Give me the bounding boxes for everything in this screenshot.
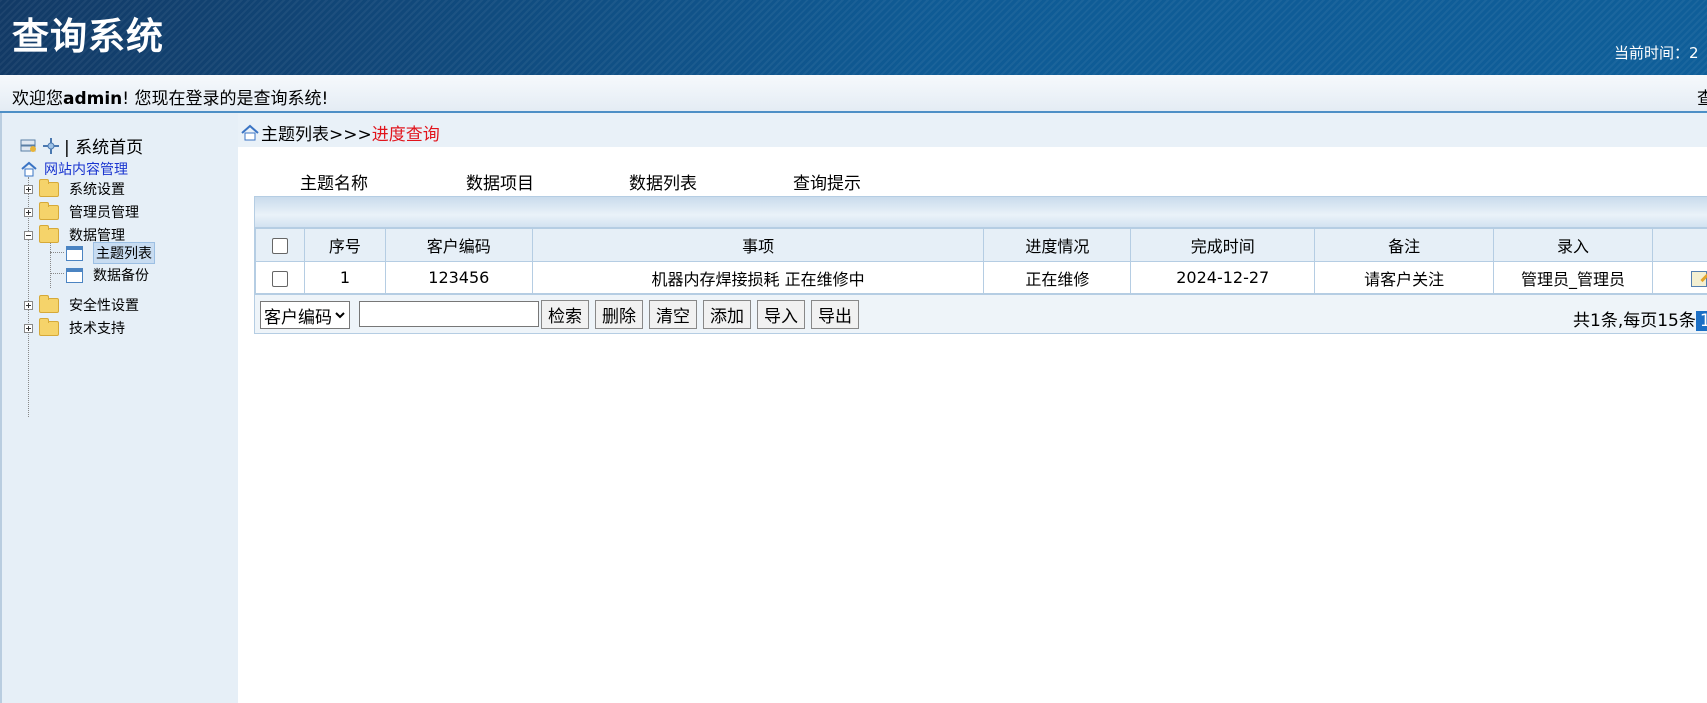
import-button[interactable]: 导入 (757, 300, 805, 329)
tab-topic-name[interactable]: 主题名称 (300, 169, 368, 194)
tab-data-items[interactable]: 数据项目 (466, 169, 534, 194)
sidebar-item-system-settings[interactable]: 系统设置 (24, 178, 125, 199)
list-page-icon (66, 267, 83, 283)
sidebar-item-label: 管理员管理 (69, 205, 139, 221)
data-grid: 序号 客户编码 事项 进度情况 完成时间 备注 录入 1 123456 机器内存… (254, 196, 1707, 334)
search-field-select-value: 客户编码 (264, 307, 332, 328)
grid-toolbar: 客户编码 检索 删除 清空 添加 导入 导出 共1条,每页15条 1 (255, 294, 1707, 333)
welcome-prefix: 欢迎您 (12, 89, 63, 109)
breadcrumb-bar: 主题列表>>> 进度查询 (238, 113, 1707, 147)
sidebar-subitem-label: 数据备份 (93, 268, 149, 284)
collapse-icon[interactable] (24, 230, 33, 240)
sidebar-subitem-topic-list[interactable]: 主题列表 (66, 242, 155, 264)
sidebar-root-label: 网站内容管理 (44, 162, 128, 178)
column-header[interactable]: 进度情况 (983, 228, 1132, 262)
table-header-row: 序号 客户编码 事项 进度情况 完成时间 备注 录入 (255, 228, 1707, 262)
edit-icon[interactable] (1691, 270, 1707, 287)
welcome-username: admin (63, 89, 123, 109)
table-cell: 正在维修 (983, 261, 1132, 294)
select-all-cell (255, 228, 305, 262)
data-table: 序号 客户编码 事项 进度情况 完成时间 备注 录入 1 123456 机器内存… (255, 228, 1707, 294)
breadcrumb: 主题列表>>> 进度查询 (240, 120, 440, 145)
sidebar-item-label: 安全性设置 (69, 298, 139, 314)
tree-line (50, 252, 64, 253)
column-header[interactable]: 录入 (1493, 228, 1653, 262)
column-header-actions (1652, 228, 1707, 262)
pagination: 共1条,每页15条 1 (1573, 306, 1707, 331)
tree-line (50, 240, 51, 288)
add-button[interactable]: 添加 (703, 300, 751, 329)
table-cell: 请客户关注 (1314, 261, 1495, 294)
breadcrumb-parent[interactable]: 主题列表>>> (261, 120, 372, 145)
home-icon (241, 124, 259, 140)
folder-open-icon (39, 224, 59, 243)
table-cell: 1 (303, 261, 386, 294)
sidebar-subitem-label: 主题列表 (93, 242, 155, 264)
sidebar-subitem-data-backup[interactable]: 数据备份 (66, 265, 149, 285)
table-row: 1 123456 机器内存焊接损耗 正在维修中 正在维修 2024-12-27 … (255, 261, 1707, 294)
delete-button[interactable]: 删除 (595, 300, 643, 329)
folder-icon (39, 294, 59, 313)
export-button[interactable]: 导出 (811, 300, 859, 329)
select-all-checkbox[interactable] (271, 238, 288, 254)
table-cell: 2024-12-27 (1130, 261, 1316, 294)
page-number-current[interactable]: 1 (1695, 311, 1707, 331)
search-input[interactable] (359, 301, 539, 327)
tree-line (50, 273, 64, 274)
tab-data-list[interactable]: 数据列表 (629, 169, 697, 194)
expand-icon[interactable] (24, 207, 33, 217)
column-header[interactable]: 序号 (303, 228, 386, 262)
breadcrumb-current: 进度查询 (371, 125, 440, 145)
row-actions-cell (1652, 261, 1707, 294)
search-field-select[interactable]: 客户编码 (260, 301, 350, 329)
sidebar-root-content-management[interactable]: 网站内容管理 (20, 159, 128, 179)
table-cell: 123456 (384, 261, 533, 294)
search-button[interactable]: 检索 (541, 300, 589, 329)
chevron-down-icon (335, 312, 345, 319)
expand-icon[interactable] (24, 300, 33, 310)
list-page-icon (66, 245, 83, 261)
pagination-summary: 共1条,每页15条 (1573, 311, 1696, 331)
column-header[interactable]: 事项 (531, 228, 985, 262)
grid-title-bar (255, 197, 1707, 228)
welcome-right-link[interactable]: 查 (1697, 84, 1707, 109)
welcome-message: 欢迎您admin! 您现在登录的是查询系统! (12, 84, 328, 109)
column-header[interactable]: 客户编码 (384, 228, 533, 262)
move-icon (43, 137, 59, 154)
sidebar-item-security-settings[interactable]: 安全性设置 (24, 294, 139, 315)
row-checkbox[interactable] (271, 270, 288, 287)
column-header[interactable]: 完成时间 (1130, 228, 1316, 262)
sidebar-home-label: | 系统首页 (64, 138, 144, 158)
server-icon (20, 139, 36, 152)
folder-icon (39, 178, 59, 197)
welcome-suffix: ! 您现在登录的是查询系统! (122, 89, 329, 109)
table-cell: 机器内存焊接损耗 正在维修中 (531, 261, 985, 294)
sidebar-item-label: 系统设置 (69, 182, 125, 198)
app-title: 查询系统 (12, 15, 164, 58)
clear-button[interactable]: 清空 (649, 300, 697, 329)
table-cell: 管理员_管理员 (1493, 261, 1653, 294)
sidebar-home[interactable]: | 系统首页 (20, 133, 143, 158)
home-icon (21, 161, 37, 177)
sidebar-item-label: 技术支持 (69, 321, 125, 337)
sidebar-item-tech-support[interactable]: 技术支持 (24, 317, 125, 338)
expand-icon[interactable] (24, 323, 33, 333)
sidebar: | 系统首页 网站内容管理 系统设置 管理员管理 数据管理 主题列表 数据备份 … (0, 113, 238, 703)
current-time-label: 当前时间：2 (1614, 44, 1699, 62)
expand-icon[interactable] (24, 184, 33, 194)
welcome-bar: 欢迎您admin! 您现在登录的是查询系统! 查 (0, 75, 1707, 113)
column-header[interactable]: 备注 (1314, 228, 1495, 262)
folder-icon (39, 317, 59, 336)
header-banner: 查询系统 当前时间：2 (0, 0, 1707, 75)
folder-icon (39, 201, 59, 220)
tab-query-hint[interactable]: 查询提示 (793, 169, 861, 194)
row-select-cell (255, 261, 305, 294)
sidebar-item-admin-management[interactable]: 管理员管理 (24, 201, 139, 222)
